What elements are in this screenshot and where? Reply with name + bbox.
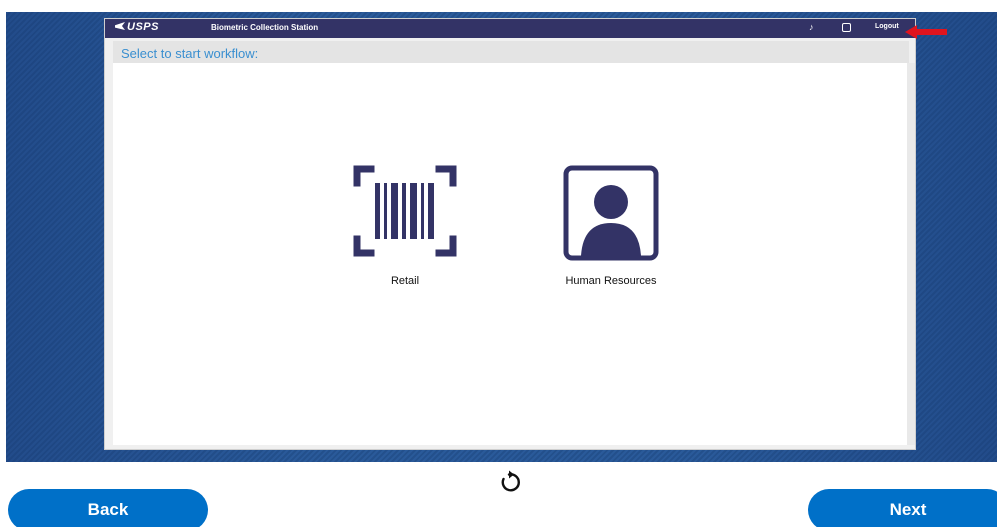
window-icon[interactable]: [842, 23, 851, 32]
eagle-icon: [115, 22, 125, 30]
next-button[interactable]: Next: [808, 489, 997, 527]
speaker-icon[interactable]: ♪: [809, 22, 814, 32]
title-bar: USPS Biometric Collection Station ♪ Logo…: [105, 19, 915, 38]
retail-label: Retail: [390, 275, 420, 287]
logo-text: USPS: [127, 21, 159, 33]
human-resources-label: Human Resources: [565, 275, 657, 287]
human-resources-workflow-tile[interactable]: Human Resources: [546, 165, 676, 287]
top-crop-strip: [0, 0, 997, 12]
person-icon: [563, 165, 659, 261]
back-button[interactable]: Back: [8, 489, 208, 527]
usps-logo: USPS: [115, 21, 159, 33]
workflow-panel: Retail Human Resources: [113, 63, 909, 445]
panel-edge: [907, 63, 915, 445]
annotation-arrow-icon: [905, 25, 947, 39]
workflow-prompt: Select to start workflow:: [121, 46, 259, 61]
barcode-icon: [353, 165, 457, 257]
app-window: USPS Biometric Collection Station ♪ Logo…: [104, 18, 916, 450]
retail-workflow-tile[interactable]: Retail: [345, 165, 465, 287]
app-title: Biometric Collection Station: [211, 23, 319, 32]
logout-link[interactable]: Logout: [875, 23, 899, 30]
refresh-icon[interactable]: [497, 470, 521, 494]
